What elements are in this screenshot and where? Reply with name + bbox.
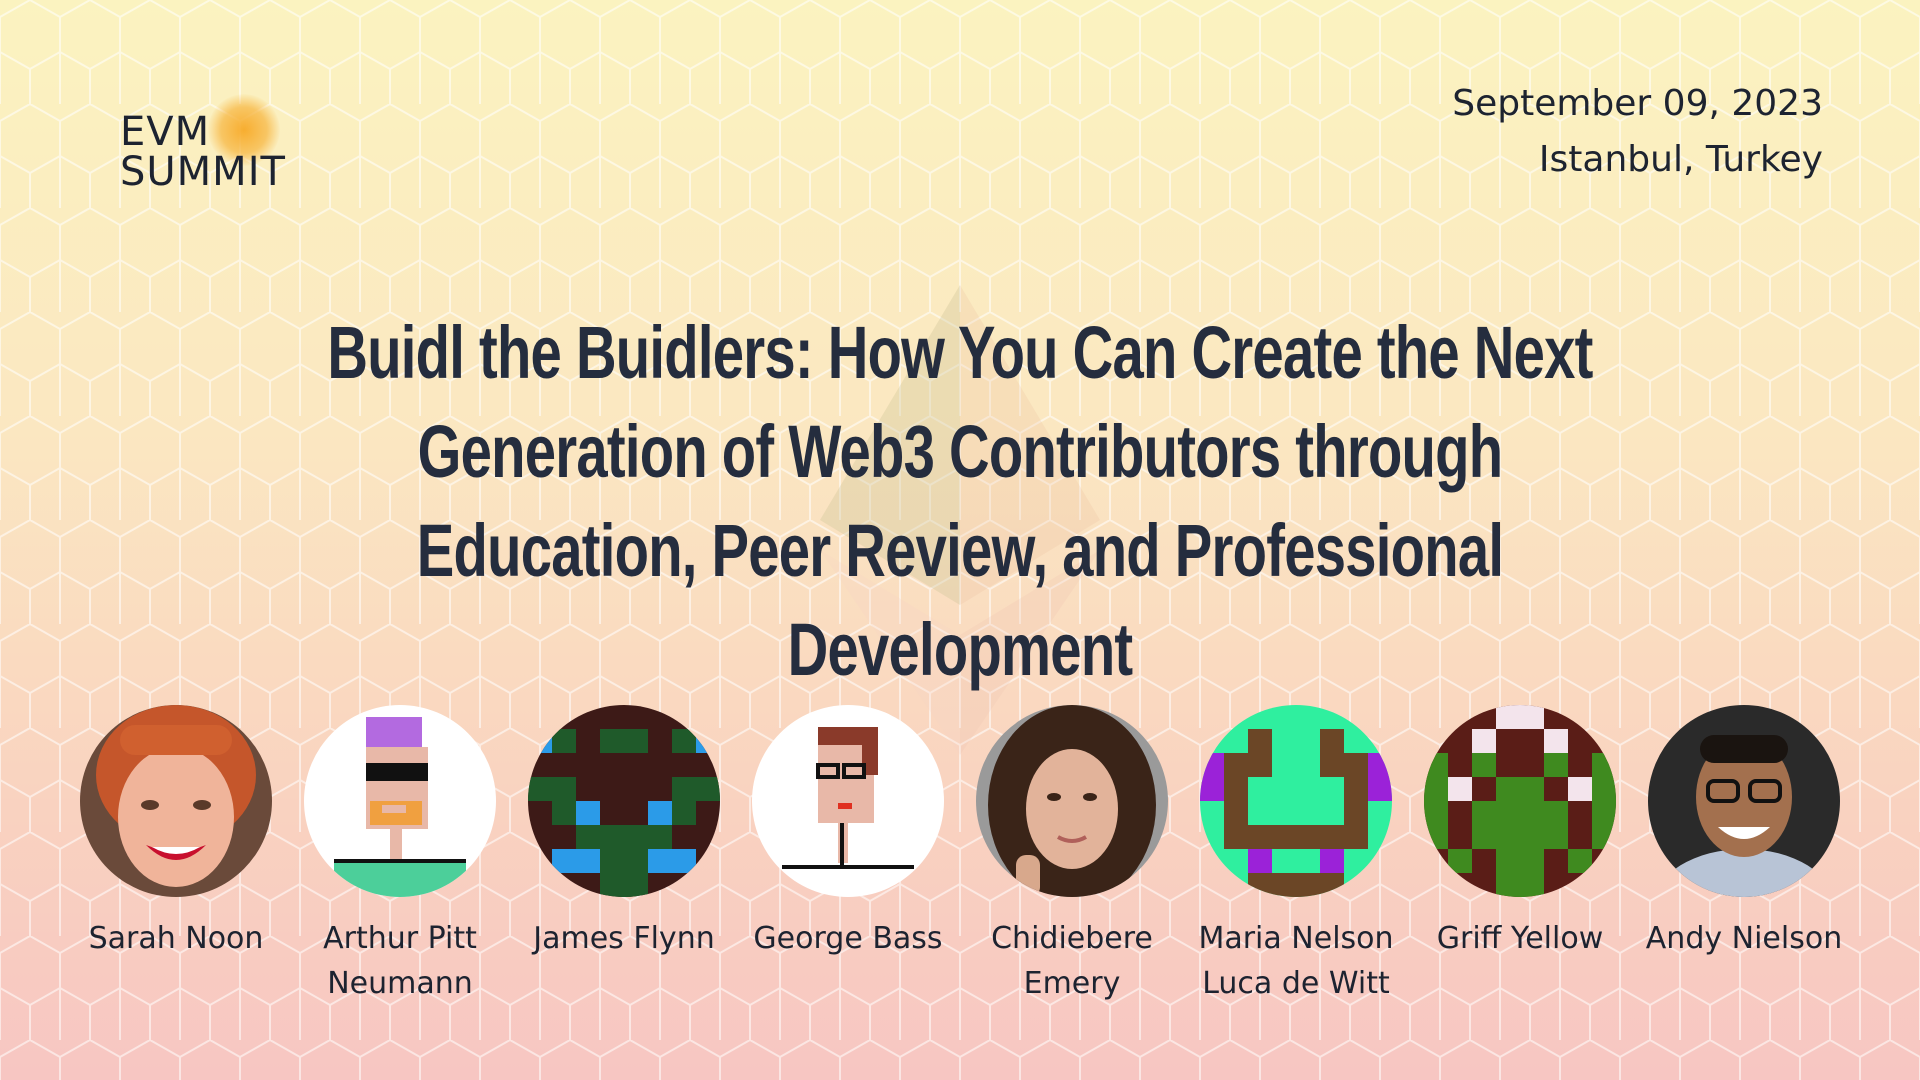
speaker-card[interactable]: Chidiebere Emery — [972, 705, 1172, 1006]
speaker-avatar-pixel-punk — [752, 705, 944, 897]
speaker-card[interactable]: Griff Yellow — [1420, 705, 1620, 961]
speaker-card[interactable]: Sarah Noon — [76, 705, 276, 961]
speaker-name: James Flynn — [533, 921, 715, 956]
speaker-name: Maria Nelson Luca de Witt — [1198, 921, 1394, 1001]
event-date: September 09, 2023 — [1452, 83, 1823, 124]
speaker-name: Andy Nielson — [1645, 921, 1843, 956]
speaker-avatar-photo — [976, 705, 1168, 897]
speaker-avatar-identicon — [1424, 705, 1616, 897]
speaker-name: George Bass — [753, 921, 943, 956]
speaker-avatar-photo — [1648, 705, 1840, 897]
speaker-card[interactable]: James Flynn — [524, 705, 724, 961]
speaker-card[interactable]: George Bass — [748, 705, 948, 961]
event-info: September 09, 2023 Istanbul, Turkey — [1452, 76, 1823, 188]
speaker-avatar-identicon — [1200, 705, 1392, 897]
speaker-name: Chidiebere Emery — [991, 921, 1153, 1001]
speaker-avatar-identicon — [528, 705, 720, 897]
speaker-card[interactable]: Maria Nelson Luca de Witt — [1196, 705, 1396, 1006]
evm-summit-logo[interactable]: EVM SUMMIT — [120, 94, 286, 195]
speaker-avatar-pixel-punk — [304, 705, 496, 897]
speaker-card[interactable]: Arthur Pitt Neumann — [300, 705, 500, 1006]
speaker-name: Griff Yellow — [1436, 921, 1604, 956]
logo-line-1: EVM — [120, 109, 211, 155]
speaker-name: Sarah Noon — [88, 921, 264, 956]
logo-line-2: SUMMIT — [120, 149, 286, 195]
speaker-avatar-photo — [80, 705, 272, 897]
speaker-name: Arthur Pitt Neumann — [323, 921, 477, 1001]
talk-title: Buidl the Buidlers: How You Can Create t… — [327, 311, 1593, 691]
speakers-row: Sarah Noon Arthur Pitt Neumann James Fly… — [80, 705, 1842, 1065]
speaker-card[interactable]: Andy Nielson — [1644, 705, 1844, 961]
event-location: Istanbul, Turkey — [1538, 139, 1823, 180]
